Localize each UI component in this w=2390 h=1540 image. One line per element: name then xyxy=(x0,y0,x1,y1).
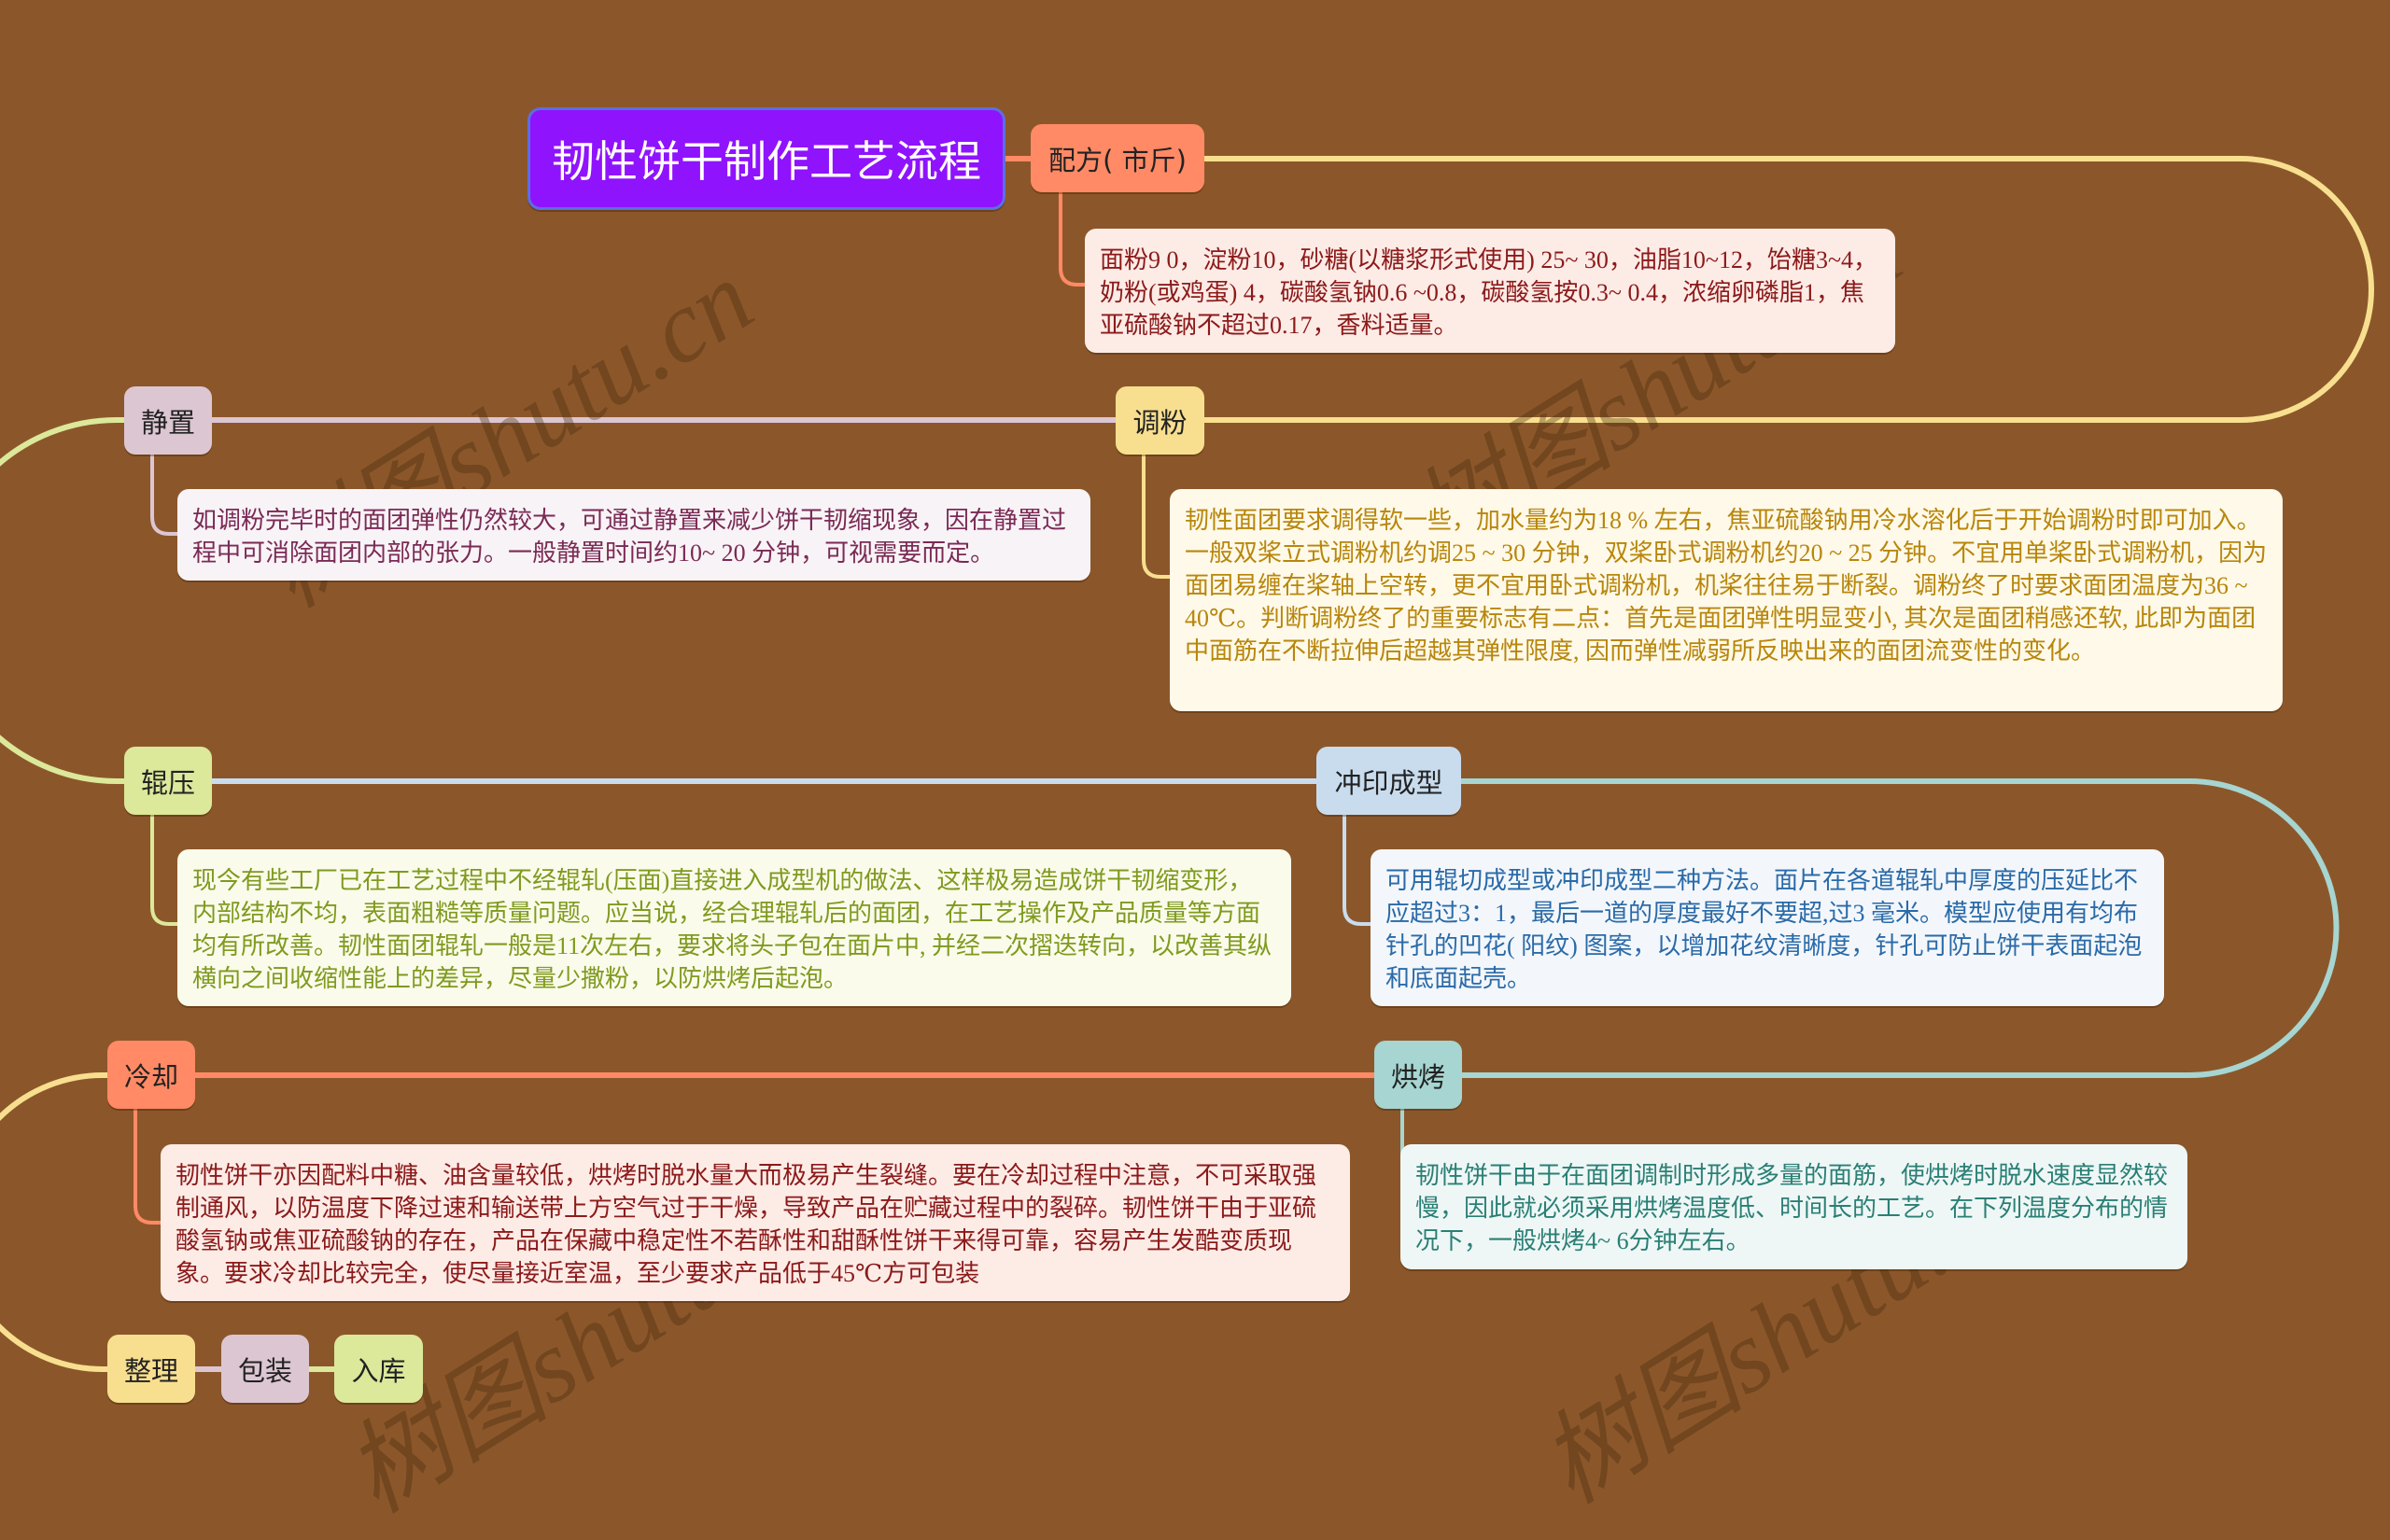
topic-tiaofen[interactable]: 调粉 xyxy=(1116,386,1204,455)
topic-gunya[interactable]: 辊压 xyxy=(124,747,212,815)
topic-ruku[interactable]: 入库 xyxy=(334,1335,423,1403)
connector-gunya-detail xyxy=(150,813,179,926)
detail-jingzhi: 如调粉完毕时的面团弹性仍然较大，可通过静置来减少饼干韧缩现象，因在静置过程中可消… xyxy=(177,489,1090,581)
connector-tiaofen-detail xyxy=(1142,453,1172,579)
connector-chongyin-detail xyxy=(1343,813,1372,926)
link-jingzhi-gunya xyxy=(0,417,127,784)
root-topic[interactable]: 韧性饼干制作工艺流程 xyxy=(527,107,1005,210)
topic-baozhuang[interactable]: 包装 xyxy=(221,1335,309,1403)
detail-chongyin: 可用辊切成型或冲印成型二种方法。面片在各道辊轧中厚度的压延比不应超过3：1，最后… xyxy=(1371,849,2164,1006)
topic-peifang[interactable]: 配方( 市斤) xyxy=(1031,124,1204,192)
detail-hongkao: 韧性饼干由于在面团调制时形成多量的面筋，使烘烤时脱水速度显然较慢，因此就必须采用… xyxy=(1400,1144,2187,1269)
topic-lengque[interactable]: 冷却 xyxy=(107,1041,195,1109)
topic-hongkao[interactable]: 烘烤 xyxy=(1374,1041,1462,1109)
detail-gunya: 现今有些工厂已在工艺过程中不经辊轧(压面)直接进入成型机的做法、这样极易造成饼干… xyxy=(177,849,1291,1006)
detail-tiaofen: 韧性面团要求调得软一些，加水量约为18 % 左右，焦亚硫酸钠用冷水溶化后于开始调… xyxy=(1170,489,2283,711)
connector-lengque-detail xyxy=(134,1107,162,1225)
connector-peifang-detail xyxy=(1059,190,1087,287)
detail-peifang: 面粉9 0，淀粉10，砂糖(以糖浆形式使用) 25~ 30，油脂10~12，饴糖… xyxy=(1085,229,1895,353)
topic-chongyin[interactable]: 冲印成型 xyxy=(1316,747,1461,815)
detail-lengque: 韧性饼干亦因配料中糖、油含量较低，烘烤时脱水量大而极易产生裂缝。要在冷却过程中注… xyxy=(161,1144,1350,1301)
link-lengque-zhengli xyxy=(0,1072,110,1372)
topic-zhengli[interactable]: 整理 xyxy=(107,1335,195,1403)
connector-jingzhi-detail xyxy=(150,453,179,536)
topic-jingzhi[interactable]: 静置 xyxy=(124,386,212,455)
